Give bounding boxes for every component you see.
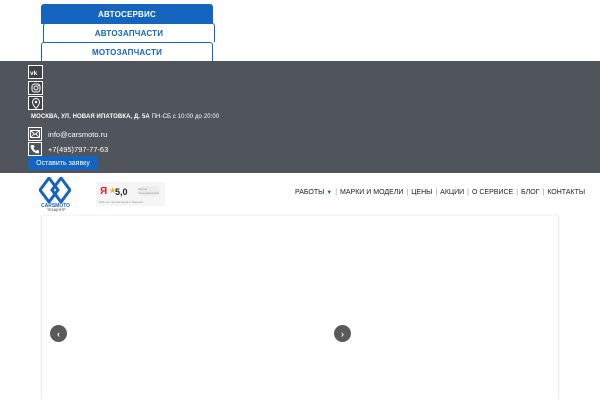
nav-item-contacts[interactable]: Контакты (544, 189, 588, 196)
vk-icon[interactable]: vk (28, 65, 43, 79)
map-pin-icon[interactable] (28, 96, 43, 110)
nav-item-promos[interactable]: Акции (437, 189, 467, 196)
rating-score: 5,0 (115, 187, 128, 197)
request-button[interactable]: Оставить заявку (28, 156, 98, 170)
yandex-logo: Я (100, 186, 108, 197)
working-hours: ПН-СБ с 10:00 до 20:00 (151, 114, 220, 120)
main-nav: Работы ▼ | Марки и модели | Цены | Акции… (292, 189, 588, 196)
chevron-left-icon[interactable]: ‹ (50, 325, 67, 342)
rating-caption: Рейтинг организаций в Яндексе (99, 200, 144, 204)
nav-item-works[interactable]: Работы ▼ (292, 189, 335, 196)
instagram-icon[interactable] (28, 81, 43, 95)
email-line[interactable]: info@carsmoto.ru (28, 127, 107, 141)
info-bar: vk Москва, ул. Новая Ипатовка, д. 5А ПН-… (0, 61, 600, 173)
phone-icon (28, 142, 42, 156)
logo-subtitle: ТЕХЦЕНТР (47, 208, 66, 212)
phone-link[interactable]: +7(495)797-77-63 (48, 145, 108, 154)
mail-icon (28, 127, 42, 141)
nav-item-prices[interactable]: Цены (408, 189, 435, 196)
nav-item-blog[interactable]: Блог (518, 189, 542, 196)
caret-down-icon: ▼ (326, 190, 333, 196)
users-choice-badge: Выбор пользователей (138, 186, 160, 196)
tab-autoservice[interactable]: Автосервис (41, 4, 213, 24)
svg-text:vk: vk (30, 70, 38, 76)
tab-motoparts[interactable]: Мотозапчасти (41, 42, 213, 61)
address-text: Москва, ул. Новая Ипатовка, д. 5А (31, 114, 150, 120)
phone-line[interactable]: +7(495)797-77-63 (28, 142, 108, 156)
tab-autoparts[interactable]: Автозапчасти (43, 23, 215, 42)
nav-item-about[interactable]: О сервисе (469, 189, 516, 196)
chevron-right-icon[interactable]: › (334, 325, 351, 342)
page: Автосервис Автозапчасти Мотозапчасти vk … (0, 0, 600, 400)
hero-slider (41, 216, 559, 400)
yandex-rating-widget[interactable]: Я ★ 5,0 Выбор пользователей Рейтинг орга… (96, 182, 165, 206)
address: Москва, ул. Новая Ипатовка, д. 5А ПН-СБ … (31, 114, 219, 120)
nav-item-brands[interactable]: Марки и модели (337, 189, 406, 196)
email-link[interactable]: info@carsmoto.ru (48, 130, 107, 139)
nav-item-works-label: Работы (295, 189, 325, 196)
